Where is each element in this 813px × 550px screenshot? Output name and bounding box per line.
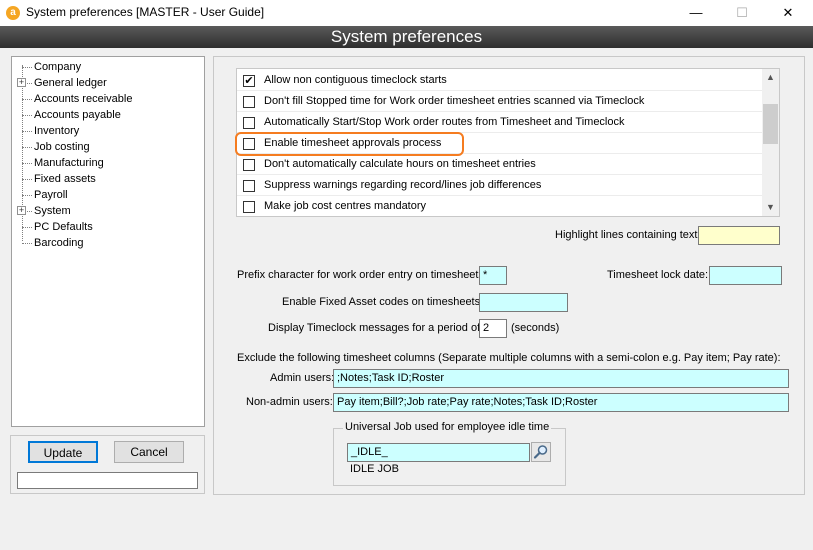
option-checkbox[interactable] <box>243 96 255 108</box>
tree-item-label: Payroll <box>34 189 68 201</box>
status-field <box>17 472 198 489</box>
tree-item-label: Inventory <box>34 125 80 137</box>
idle-job-input[interactable]: _IDLE_ <box>347 443 530 462</box>
option-label: Suppress warnings regarding record/lines… <box>264 179 542 191</box>
tree-connector <box>22 131 32 132</box>
tree-item[interactable]: Inventory <box>12 123 202 139</box>
tree-item-label: Barcoding <box>34 237 84 249</box>
option-label: Don't fill Stopped time for Work order t… <box>264 95 645 107</box>
seconds-unit-label: (seconds) <box>511 322 560 334</box>
magnifier-icon <box>533 445 548 459</box>
option-row[interactable]: Don't fill Stopped time for Work order t… <box>237 91 764 112</box>
tree-connector <box>22 179 32 180</box>
tree-item-label: Accounts payable <box>34 109 121 121</box>
tree-item[interactable]: Job costing <box>12 139 202 155</box>
option-checkbox[interactable] <box>243 117 255 129</box>
close-button[interactable]: ✕ <box>765 0 811 26</box>
timeclock-period-label: Display Timeclock messages for a period … <box>268 322 484 334</box>
tree-item[interactable]: + System <box>12 203 202 219</box>
highlight-text-input[interactable] <box>698 226 780 245</box>
option-label: Automatically Start/Stop Work order rout… <box>264 116 625 128</box>
tree-connector <box>22 147 32 148</box>
non-admin-users-input[interactable]: Pay item;Bill?;Job rate;Pay rate;Notes;T… <box>333 393 789 412</box>
tree-item[interactable]: Manufacturing <box>12 155 202 171</box>
tree-connector <box>22 243 32 244</box>
fixed-asset-codes-label: Enable Fixed Asset codes on timesheets: <box>282 296 484 308</box>
tree-item-label: General ledger <box>34 77 107 89</box>
exclude-columns-label: Exclude the following timesheet columns … <box>237 352 781 364</box>
option-row[interactable]: Suppress warnings regarding record/lines… <box>237 175 764 196</box>
scroll-up-icon[interactable]: ▲ <box>762 69 779 86</box>
tree-item[interactable]: Company <box>12 59 202 75</box>
tree-connector <box>22 195 32 196</box>
option-row[interactable]: Automatically Start/Stop Work order rout… <box>237 112 764 133</box>
option-row[interactable]: ✔ Allow non contiguous timeclock starts <box>237 70 764 91</box>
idle-job-group-label: Universal Job used for employee idle tim… <box>343 421 552 433</box>
option-row[interactable]: Don't automatically calculate hours on t… <box>237 154 764 175</box>
expand-icon[interactable]: + <box>17 206 26 215</box>
tree-item[interactable]: Accounts receivable <box>12 91 202 107</box>
minimize-button[interactable]: — <box>673 0 719 26</box>
timeclock-period-input[interactable]: 2 <box>479 319 507 338</box>
preferences-tree: Company + General ledger Accounts receivabl… <box>11 56 205 427</box>
app-logo-icon: a <box>6 6 20 20</box>
window-title: System preferences [MASTER - User Guide] <box>26 5 265 19</box>
tree-item-label: PC Defaults <box>34 221 93 233</box>
scroll-thumb[interactable] <box>763 104 778 144</box>
callout-highlight <box>235 132 464 156</box>
tree-connector <box>22 163 32 164</box>
option-row[interactable]: Make job cost centres mandatory <box>237 196 764 217</box>
maximize-button[interactable]: ☐ <box>719 0 765 26</box>
tree-connector <box>22 227 32 228</box>
option-checkbox[interactable]: ✔ <box>243 75 255 87</box>
tree-connector <box>22 99 32 100</box>
scroll-down-icon[interactable]: ▼ <box>762 199 779 216</box>
lock-date-input[interactable] <box>709 266 782 285</box>
tree-item-label: Job costing <box>34 141 90 153</box>
cancel-button[interactable]: Cancel <box>114 441 184 463</box>
tree-connector <box>22 115 32 116</box>
page-title: System preferences <box>0 26 813 48</box>
option-checkbox[interactable] <box>243 180 255 192</box>
tree-item[interactable]: Barcoding <box>12 235 202 251</box>
option-checkbox[interactable] <box>243 201 255 213</box>
non-admin-users-label: Non-admin users: <box>246 396 333 408</box>
tree-item[interactable]: Accounts payable <box>12 107 202 123</box>
tree-connector <box>22 67 32 68</box>
prefix-char-input[interactable]: * <box>479 266 507 285</box>
fixed-asset-codes-input[interactable] <box>479 293 568 312</box>
tree-item[interactable]: + General ledger <box>12 75 202 91</box>
lock-date-label: Timesheet lock date: <box>607 269 709 281</box>
idle-job-description: IDLE JOB <box>350 463 399 475</box>
tree-item-label: Company <box>34 61 82 73</box>
tree-item-label: Fixed assets <box>34 173 96 185</box>
tree-item-label: System <box>34 205 71 217</box>
idle-job-lookup-button[interactable] <box>531 442 551 462</box>
tree-item-label: Manufacturing <box>34 157 104 169</box>
expand-icon[interactable]: + <box>17 78 26 87</box>
tree-item[interactable]: Payroll <box>12 187 202 203</box>
update-button[interactable]: Update <box>28 441 98 463</box>
option-label: Make job cost centres mandatory <box>264 200 427 212</box>
highlight-text-label: Highlight lines containing text: <box>555 229 701 241</box>
option-label: Allow non contiguous timeclock starts <box>264 74 447 86</box>
tree-item-label: Accounts receivable <box>34 93 133 105</box>
admin-users-input[interactable]: ;Notes;Task ID;Roster <box>333 369 789 388</box>
row-divider <box>237 216 764 217</box>
admin-users-label: Admin users: <box>270 372 335 384</box>
option-checkbox[interactable] <box>243 159 255 171</box>
option-label: Don't automatically calculate hours on t… <box>264 158 536 170</box>
prefix-char-label: Prefix character for work order entry on… <box>237 269 488 281</box>
tree-item[interactable]: PC Defaults <box>12 219 202 235</box>
tree-item[interactable]: Fixed assets <box>12 171 202 187</box>
